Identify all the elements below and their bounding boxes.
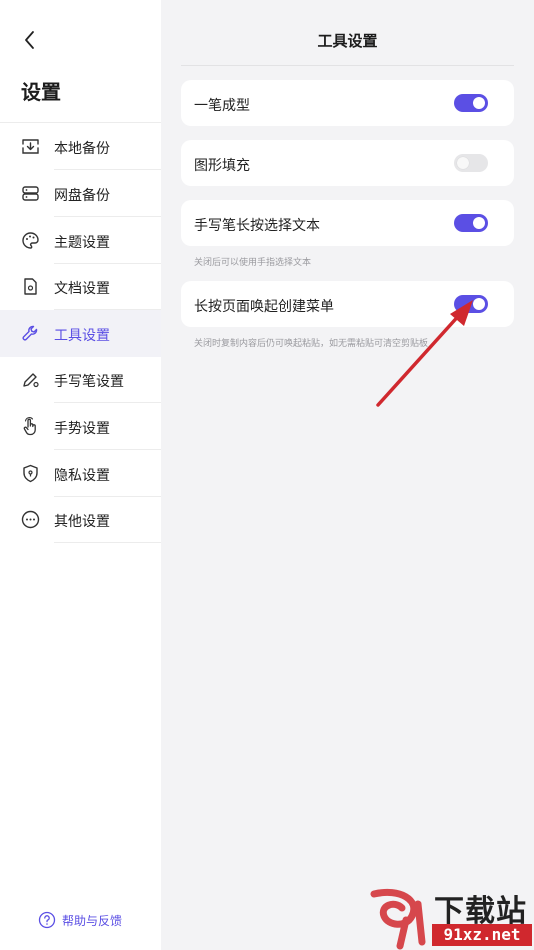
more-icon [21,510,40,529]
setting-card-shape-fill: 图形填充 [181,140,514,186]
sidebar-item-local-backup[interactable]: 本地备份 [0,123,161,170]
sidebar-title: 设置 [21,80,61,104]
help-icon [38,911,56,929]
toggle-knob [473,217,485,229]
sidebar-item-label: 主题设置 [54,235,110,251]
sidebar-item-stylus[interactable]: 手写笔设置 [0,356,161,403]
sidebar-item-tools[interactable]: 工具设置 [0,310,161,357]
setting-hint: 关闭后可以使用手指选择文本 [194,258,312,268]
page-title: 工具设置 [317,32,378,50]
toggle-knob [457,157,469,169]
sidebar-item-label: 本地备份 [54,141,110,157]
wrench-icon [22,325,38,341]
sidebar-item-privacy[interactable]: 隐私设置 [0,450,161,497]
setting-label: 手写笔长按选择文本 [194,218,320,234]
setting-card-one-stroke: 一笔成型 [181,80,514,126]
setting-label: 图形填充 [194,158,250,174]
shape-fill-toggle[interactable] [454,154,488,172]
sidebar-item-gesture[interactable]: 手势设置 [0,403,161,450]
sidebar-item-document[interactable]: 文档设置 [0,263,161,310]
sidebar-item-cloud-backup[interactable]: 网盘备份 [0,170,161,217]
sidebar-item-label: 手势设置 [54,421,110,437]
annotation-arrow-icon [376,300,473,407]
back-arrow-icon[interactable] [18,28,42,52]
help-feedback-link[interactable]: 帮助与反馈 [38,910,122,930]
sidebar-item-label: 文档设置 [54,281,110,297]
document-icon [24,278,37,295]
setting-label: 一笔成型 [194,98,250,114]
local-backup-icon [22,139,39,154]
watermark-url: 91xz.net [432,924,532,946]
sidebar-item-label: 其他设置 [54,514,110,530]
cloud-backup-icon [22,186,39,201]
sidebar-item-other[interactable]: 其他设置 [0,496,161,543]
shield-icon [23,464,38,483]
setting-card-stylus-select: 手写笔长按选择文本 [181,200,514,246]
stylus-select-toggle[interactable] [454,214,488,232]
sidebar: 设置 本地备份 网盘备份 主题设置 文档设置 工具设置 手写笔设置 手势设置 隐… [0,0,161,950]
help-feedback-label: 帮助与反馈 [62,913,123,928]
sidebar-item-theme[interactable]: 主题设置 [0,217,161,264]
setting-label: 长按页面唤起创建菜单 [194,299,334,315]
pen-icon [23,373,39,388]
divider [181,65,514,66]
sidebar-item-label: 工具设置 [54,328,110,344]
toggle-knob [473,97,485,109]
sidebar-item-label: 隐私设置 [54,468,110,484]
divider [54,542,161,543]
palette-icon [22,232,39,249]
sidebar-item-label: 手写笔设置 [54,374,124,390]
hand-icon [23,417,36,436]
sidebar-item-label: 网盘备份 [54,188,110,204]
one-stroke-toggle[interactable] [454,94,488,112]
